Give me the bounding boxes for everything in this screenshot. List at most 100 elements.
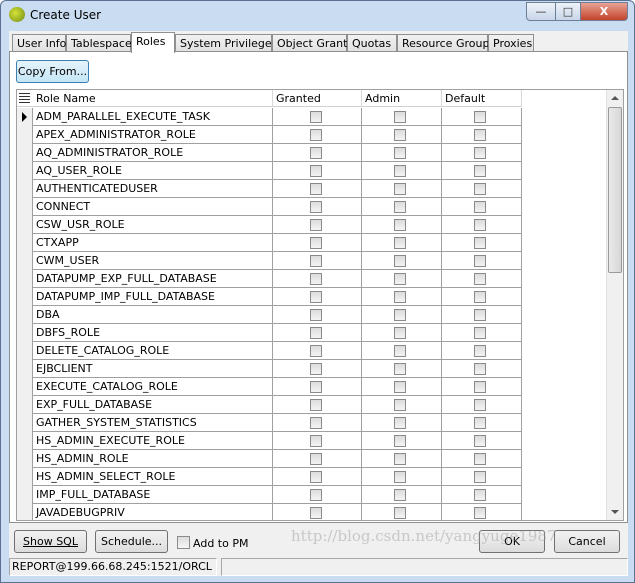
- table-row[interactable]: EJBCLIENT: [17, 360, 522, 378]
- row-indicator[interactable]: [17, 234, 33, 252]
- granted-checkbox[interactable]: [309, 309, 322, 321]
- add-to-pm-checkbox[interactable]: [177, 536, 190, 549]
- tab-tablespace[interactable]: Tablespace: [66, 34, 132, 52]
- default-checkbox[interactable]: [474, 327, 486, 339]
- table-row[interactable]: AUTHENTICATEDUSER: [17, 180, 522, 198]
- role-name-cell[interactable]: DBFS_ROLE: [33, 324, 273, 342]
- row-indicator[interactable]: [17, 468, 33, 486]
- admin-checkbox[interactable]: [394, 273, 406, 285]
- row-indicator[interactable]: [17, 414, 33, 432]
- granted-checkbox[interactable]: [309, 327, 322, 339]
- table-row[interactable]: AQ_ADMINISTRATOR_ROLE: [17, 144, 522, 162]
- row-indicator[interactable]: [17, 378, 33, 396]
- scroll-up-icon[interactable]: [611, 96, 619, 100]
- admin-checkbox[interactable]: [394, 165, 406, 177]
- role-name-cell[interactable]: HS_ADMIN_ROLE: [33, 450, 273, 468]
- table-row[interactable]: ADM_PARALLEL_EXECUTE_TASK: [17, 108, 522, 126]
- granted-checkbox[interactable]: [309, 291, 322, 303]
- admin-checkbox[interactable]: [394, 183, 406, 195]
- role-name-cell[interactable]: AQ_USER_ROLE: [33, 162, 273, 180]
- admin-checkbox[interactable]: [394, 417, 406, 429]
- table-row[interactable]: HS_ADMIN_ROLE: [17, 450, 522, 468]
- granted-checkbox[interactable]: [309, 219, 322, 231]
- tab-quotas[interactable]: Quotas: [347, 34, 397, 52]
- granted-checkbox[interactable]: [309, 417, 322, 429]
- table-row[interactable]: DELETE_CATALOG_ROLE: [17, 342, 522, 360]
- default-checkbox[interactable]: [474, 417, 486, 429]
- table-row[interactable]: DBFS_ROLE: [17, 324, 522, 342]
- default-checkbox[interactable]: [474, 453, 486, 465]
- header-default[interactable]: Default: [442, 90, 522, 107]
- granted-checkbox[interactable]: [309, 273, 322, 285]
- admin-checkbox[interactable]: [394, 471, 406, 483]
- tab-resource-groups[interactable]: Resource Groups: [397, 34, 495, 52]
- granted-checkbox[interactable]: [309, 399, 322, 411]
- default-checkbox[interactable]: [474, 345, 486, 357]
- role-name-cell[interactable]: DBA: [33, 306, 273, 324]
- granted-checkbox[interactable]: [309, 507, 322, 519]
- default-checkbox[interactable]: [474, 129, 486, 141]
- header-admin[interactable]: Admin: [362, 90, 442, 107]
- admin-checkbox[interactable]: [394, 435, 406, 447]
- role-name-cell[interactable]: EXECUTE_CATALOG_ROLE: [33, 378, 273, 396]
- role-name-cell[interactable]: CWM_USER: [33, 252, 273, 270]
- granted-checkbox[interactable]: [309, 237, 322, 249]
- admin-checkbox[interactable]: [394, 237, 406, 249]
- table-row[interactable]: CONNECT: [17, 198, 522, 216]
- row-indicator[interactable]: [17, 288, 33, 306]
- default-checkbox[interactable]: [474, 399, 486, 411]
- tab-roles[interactable]: Roles: [131, 32, 175, 53]
- granted-checkbox[interactable]: [309, 183, 322, 195]
- default-checkbox[interactable]: [474, 507, 486, 519]
- default-checkbox[interactable]: [474, 273, 486, 285]
- granted-checkbox[interactable]: [309, 165, 322, 177]
- admin-checkbox[interactable]: [394, 327, 406, 339]
- default-checkbox[interactable]: [474, 219, 486, 231]
- admin-checkbox[interactable]: [394, 489, 406, 501]
- row-indicator[interactable]: [17, 486, 33, 504]
- role-name-cell[interactable]: CONNECT: [33, 198, 273, 216]
- default-checkbox[interactable]: [474, 309, 486, 321]
- granted-checkbox[interactable]: [309, 453, 322, 465]
- show-sql-button[interactable]: Show SQL: [14, 530, 87, 553]
- granted-checkbox[interactable]: [309, 381, 322, 393]
- row-indicator[interactable]: [17, 360, 33, 378]
- default-checkbox[interactable]: [474, 183, 486, 195]
- row-indicator[interactable]: [17, 144, 33, 162]
- granted-checkbox[interactable]: [309, 435, 322, 447]
- granted-checkbox[interactable]: [309, 489, 322, 501]
- row-indicator[interactable]: [17, 162, 33, 180]
- default-checkbox[interactable]: [474, 363, 486, 375]
- row-indicator[interactable]: [17, 126, 33, 144]
- admin-checkbox[interactable]: [394, 345, 406, 357]
- tab-user-info[interactable]: User Info: [12, 34, 66, 52]
- admin-checkbox[interactable]: [394, 291, 406, 303]
- default-checkbox[interactable]: [474, 381, 486, 393]
- header-role-name[interactable]: Role Name: [33, 90, 273, 107]
- granted-checkbox[interactable]: [309, 363, 322, 375]
- role-name-cell[interactable]: EXP_FULL_DATABASE: [33, 396, 273, 414]
- row-indicator[interactable]: [17, 252, 33, 270]
- scroll-down-icon[interactable]: [611, 510, 619, 514]
- role-name-cell[interactable]: ADM_PARALLEL_EXECUTE_TASK: [33, 108, 273, 126]
- row-indicator[interactable]: [17, 306, 33, 324]
- admin-checkbox[interactable]: [394, 399, 406, 411]
- admin-checkbox[interactable]: [394, 507, 406, 519]
- table-row[interactable]: DBA: [17, 306, 522, 324]
- table-row[interactable]: JAVADEBUGPRIV: [17, 504, 522, 520]
- granted-checkbox[interactable]: [309, 147, 322, 159]
- granted-checkbox[interactable]: [309, 111, 322, 123]
- vertical-scrollbar[interactable]: [606, 90, 623, 520]
- default-checkbox[interactable]: [474, 111, 486, 123]
- role-name-cell[interactable]: HS_ADMIN_SELECT_ROLE: [33, 468, 273, 486]
- table-row[interactable]: CTXAPP: [17, 234, 522, 252]
- role-name-cell[interactable]: AUTHENTICATEDUSER: [33, 180, 273, 198]
- table-row[interactable]: CSW_USR_ROLE: [17, 216, 522, 234]
- table-row[interactable]: IMP_FULL_DATABASE: [17, 486, 522, 504]
- default-checkbox[interactable]: [474, 291, 486, 303]
- row-indicator[interactable]: [17, 270, 33, 288]
- row-indicator[interactable]: [17, 450, 33, 468]
- role-name-cell[interactable]: CTXAPP: [33, 234, 273, 252]
- admin-checkbox[interactable]: [394, 219, 406, 231]
- default-checkbox[interactable]: [474, 435, 486, 447]
